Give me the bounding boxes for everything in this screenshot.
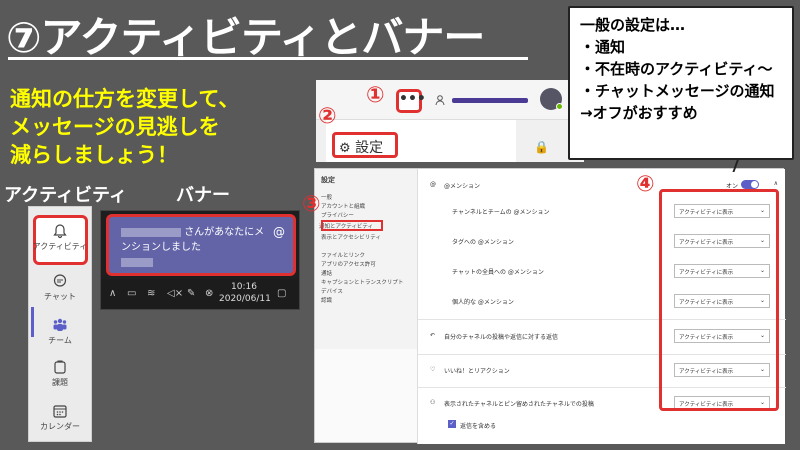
nav-item-captions[interactable]: キャプションとトランスクリプト xyxy=(321,278,403,286)
setting-label: 自分のチャネルの投稿や返信に対する返信 xyxy=(444,334,558,341)
teams-app-rail: アクティビティ チャット チーム 課題 カレンダー xyxy=(28,206,92,442)
nav-item-privacy[interactable]: プライバシー xyxy=(321,211,354,219)
at-icon: @ xyxy=(430,181,436,188)
clock-time: 10:16 xyxy=(231,282,257,292)
assignments-icon xyxy=(54,360,66,374)
more-options-button[interactable]: ••• xyxy=(396,89,426,113)
notifications-highlight xyxy=(321,220,383,231)
settings-nav: 設定 一般 アカウントと組織 プライバシー 通知とアクティビティ 表示とアクセシ… xyxy=(315,169,417,349)
banner-preview: さんがあなたにメ ンションしました @ ∧ ▭ ≋ ◁× ✎ ⊗ 10:16 2… xyxy=(100,210,300,310)
rail-item-label: カレンダー xyxy=(40,422,80,431)
rail-item-chat[interactable]: チャット xyxy=(29,273,91,302)
section-title: @メンション xyxy=(444,183,481,190)
step-3-marker: ③ xyxy=(302,192,321,217)
gear-icon: ⚙ xyxy=(339,141,351,156)
rail-item-label: 課題 xyxy=(52,378,68,387)
settings-title: 設定 xyxy=(321,176,335,184)
rail-item-assignments[interactable]: 課題 xyxy=(29,359,91,388)
subtitle-line: 通知の仕方を変更して、 xyxy=(10,87,240,111)
callout-line: ・通知 xyxy=(580,38,626,56)
checkbox-label: 返信を含める xyxy=(460,423,497,430)
title-bar: ••• xyxy=(316,80,584,120)
mention-icon: @ xyxy=(273,225,285,239)
rail-item-label: チーム xyxy=(48,336,72,345)
callout-line: ・チャットメッセージの通知 xyxy=(580,82,775,100)
mute-icon[interactable]: ◁× xyxy=(167,288,183,299)
banner-text: さんがあなたにメ xyxy=(184,227,265,238)
nav-item-general[interactable]: 一般 xyxy=(321,193,332,201)
callout-line: ・不在時のアクティビティ～ xyxy=(580,60,773,78)
display-icon[interactable]: ▭ xyxy=(127,288,136,299)
banner-text: ンションしました xyxy=(121,242,201,253)
notification-banner[interactable]: さんがあなたにメ ンションしました @ xyxy=(106,214,296,276)
taskbar: ∧ ▭ ≋ ◁× ✎ ⊗ 10:16 2020/06/11 ▢ xyxy=(101,279,299,309)
lock-icon: 🔒 xyxy=(534,140,549,154)
nav-item-recognition[interactable]: 認識 xyxy=(321,296,332,304)
like-icon: ♡ xyxy=(430,366,436,373)
settings-menu-item[interactable]: ⚙ 設定 xyxy=(332,132,398,158)
nav-item-accounts[interactable]: アカウントと組織 xyxy=(321,202,365,210)
reply-icon: ↶ xyxy=(430,332,436,339)
title-underline xyxy=(8,57,528,60)
calendar-icon xyxy=(53,405,67,418)
chevron-up-icon[interactable]: ∧ xyxy=(774,180,778,187)
nav-item-app-permissions[interactable]: アプリのアクセス許可 xyxy=(321,260,376,268)
pen-icon[interactable]: ✎ xyxy=(187,288,195,299)
subtitle-line: メッセージの見逃しを xyxy=(10,115,220,139)
step-4-marker: ④ xyxy=(636,172,655,197)
rail-item-teams[interactable]: チーム xyxy=(29,317,91,346)
include-replies-checkbox[interactable]: ✓ xyxy=(448,420,456,428)
page-title: ⑦アクティビティとバナー xyxy=(6,13,485,62)
setting-label: 表示されたチャネルとピン留めされたチャネルでの投稿 xyxy=(444,401,594,408)
subtitle-line: 減らしましょう！ xyxy=(10,143,178,167)
presence-dot xyxy=(556,103,563,110)
people-icon[interactable] xyxy=(434,94,446,106)
banner-line-1: さんがあなたにメ xyxy=(121,225,275,240)
settings-label: 設定 xyxy=(355,140,384,156)
rail-item-activity[interactable]: アクティビティ xyxy=(29,223,91,252)
subtitle: 通知の仕方を変更して、 メッセージの見逃しを 減らしましょう！ xyxy=(10,85,310,169)
chevron-up-icon[interactable]: ∧ xyxy=(109,288,116,299)
clock[interactable]: 10:16 2020/06/11 xyxy=(219,281,271,305)
redacted-username xyxy=(452,98,528,103)
redacted-text xyxy=(121,257,153,267)
redacted-name xyxy=(121,227,181,237)
nav-item-devices[interactable]: デバイス xyxy=(321,287,343,295)
bell-icon xyxy=(53,224,67,239)
close-circle-icon[interactable]: ⊗ xyxy=(205,288,213,299)
mention-toggle[interactable] xyxy=(741,180,759,189)
rail-item-label: アクティビティ xyxy=(32,242,88,251)
step-2-marker: ② xyxy=(318,104,337,129)
wifi-icon[interactable]: ≋ xyxy=(147,288,155,299)
nav-item-calls[interactable]: 通話 xyxy=(321,269,332,277)
step-1-marker: ① xyxy=(366,83,385,108)
callout-line: →オフがおすすめ xyxy=(580,104,698,122)
banner-label: バナー xyxy=(176,185,230,206)
tip-callout: 一般の設定は… ・通知 ・不在時のアクティビティ～ ・チャットメッセージの通知 … xyxy=(568,6,794,160)
setting-label: チャットの全員への @メンション xyxy=(452,269,544,276)
settings-window: 設定 一般 アカウントと組織 プライバシー 通知とアクティビティ 表示とアクセシ… xyxy=(314,168,786,444)
nav-item-files[interactable]: ファイルとリンク xyxy=(321,251,365,259)
teams-icon xyxy=(53,318,67,331)
setting-label: タグへの @メンション xyxy=(452,239,514,246)
nav-item-appearance[interactable]: 表示とアクセシビリティ xyxy=(321,233,381,241)
action-center-icon[interactable]: ▢ xyxy=(277,288,286,299)
teams-header-crop: ••• ⚙ 設定 🔒 xyxy=(316,80,584,162)
channel-icon: ⚇ xyxy=(430,399,436,406)
setting-label: 個人的な @メンション xyxy=(452,299,514,306)
banner-line-3 xyxy=(121,255,275,270)
chat-icon xyxy=(53,274,67,287)
dropdowns-highlight xyxy=(659,189,779,411)
rail-item-calendar[interactable]: カレンダー xyxy=(29,403,91,432)
setting-label: いいね！とリアクション xyxy=(444,368,510,375)
callout-line: 一般の設定は… xyxy=(580,16,686,34)
clock-date: 2020/06/11 xyxy=(219,294,271,304)
setting-label: チャンネルとチームの @メンション xyxy=(452,209,550,216)
activity-label: アクティビティ xyxy=(4,185,127,206)
rail-item-label: チャット xyxy=(44,292,76,301)
